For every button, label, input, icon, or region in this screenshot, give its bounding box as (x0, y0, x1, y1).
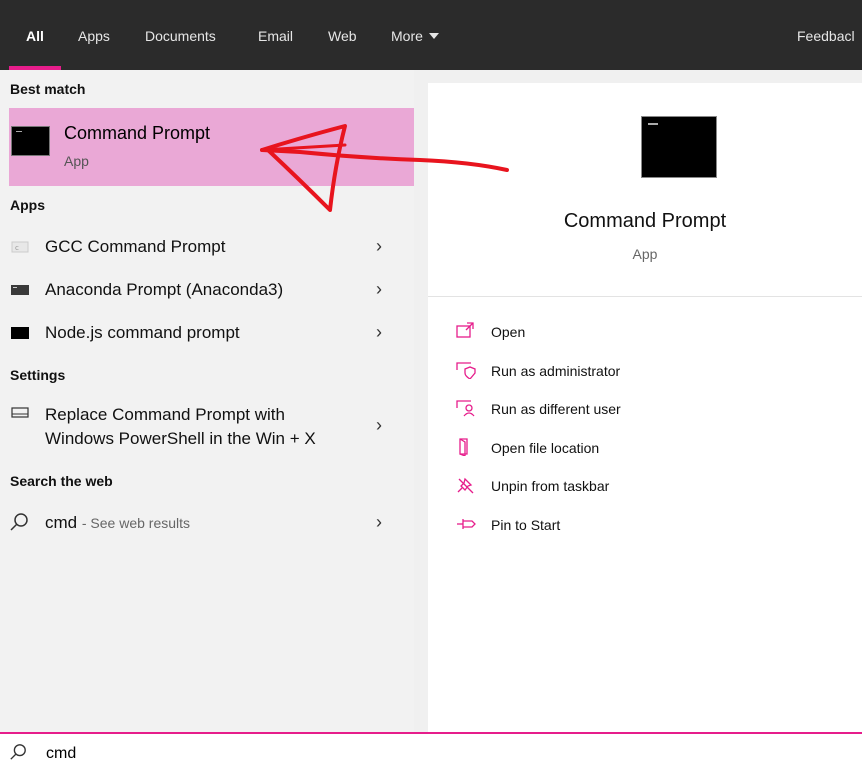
chevron-right-icon[interactable]: › (376, 279, 382, 300)
folder-location-icon (459, 438, 468, 456)
command-prompt-large-icon (641, 116, 717, 178)
section-search-web: Search the web (10, 473, 113, 489)
tab-documents[interactable]: Documents (145, 28, 216, 44)
web-query: cmd (45, 513, 78, 532)
best-match-item[interactable] (9, 108, 414, 186)
action-label: Open file location (491, 440, 600, 456)
action-run-as-admin[interactable]: Run as administrator (452, 357, 852, 387)
section-apps: Apps (10, 197, 45, 213)
unpin-icon (457, 477, 474, 494)
search-box[interactable] (0, 732, 862, 769)
search-filter-bar: All Apps Documents Email Web More Feedba… (0, 0, 862, 70)
app-item-nodejs[interactable]: Node.js command prompt › (0, 313, 414, 351)
action-unpin-taskbar[interactable]: Unpin from taskbar (452, 472, 852, 502)
section-settings: Settings (10, 367, 66, 383)
tab-web[interactable]: Web (328, 28, 357, 44)
best-match-type: App (64, 153, 89, 169)
preview-subtitle: App (632, 246, 658, 262)
settings-item-powershell[interactable]: Replace Command Prompt with Windows Powe… (0, 398, 414, 456)
tab-email[interactable]: Email (258, 28, 293, 44)
user-switch-icon (456, 400, 475, 417)
tab-more-label: More (391, 28, 423, 44)
shield-admin-icon (456, 362, 476, 379)
tab-more[interactable]: More (391, 28, 439, 44)
action-label: Run as different user (491, 401, 621, 417)
action-pin-to-start[interactable]: Pin to Start (452, 511, 852, 541)
best-match-name: Command Prompt (64, 123, 211, 143)
web-result-label: cmd - See web results (45, 513, 190, 533)
action-label: Pin to Start (491, 517, 561, 533)
action-open[interactable]: Open (452, 318, 852, 348)
pin-icon (457, 519, 476, 529)
app-label: Anaconda Prompt (Anaconda3) (45, 280, 284, 299)
action-run-as-different-user[interactable]: Run as different user (452, 395, 852, 425)
command-prompt-icon (11, 126, 50, 156)
settings-label-line2: Windows PowerShell in the Win + X (45, 429, 316, 448)
feedback-link[interactable]: Feedbacl (797, 28, 855, 44)
action-label: Run as administrator (491, 363, 621, 379)
chevron-right-icon[interactable]: › (376, 236, 382, 257)
caret-down-icon (428, 33, 439, 39)
open-icon (456, 322, 474, 338)
tab-apps[interactable]: Apps (78, 28, 110, 44)
app-item-gcc[interactable]: c GCC Command Prompt › (0, 227, 414, 265)
chevron-right-icon[interactable]: › (376, 322, 382, 343)
settings-label-line1: Replace Command Prompt with (45, 405, 285, 424)
tab-all[interactable]: All (26, 28, 44, 44)
node-terminal-icon (11, 327, 29, 339)
chevron-right-icon[interactable]: › (376, 512, 382, 533)
web-result-item[interactable]: cmd - See web results › (0, 503, 414, 541)
app-label: GCC Command Prompt (45, 237, 226, 256)
preview-title: Command Prompt (563, 210, 727, 232)
gcc-icon: c (11, 241, 29, 253)
svg-text:c: c (15, 244, 19, 252)
settings-display-icon (11, 407, 29, 418)
chevron-right-icon[interactable]: › (376, 415, 382, 436)
anaconda-terminal-icon (11, 285, 29, 295)
action-label: Unpin from taskbar (491, 478, 610, 494)
preview-pane: Command Prompt App Open Run as administr… (428, 83, 862, 733)
preview-divider (428, 296, 862, 297)
app-item-anaconda[interactable]: Anaconda Prompt (Anaconda3) › (0, 270, 414, 308)
web-hint: - See web results (81, 515, 191, 531)
section-best-match: Best match (10, 81, 86, 97)
search-icon (10, 513, 28, 531)
search-icon (10, 744, 26, 760)
action-open-file-location[interactable]: Open file location (452, 434, 852, 464)
app-label: Node.js command prompt (45, 323, 240, 342)
action-label: Open (491, 324, 526, 340)
search-input[interactable] (44, 742, 828, 766)
